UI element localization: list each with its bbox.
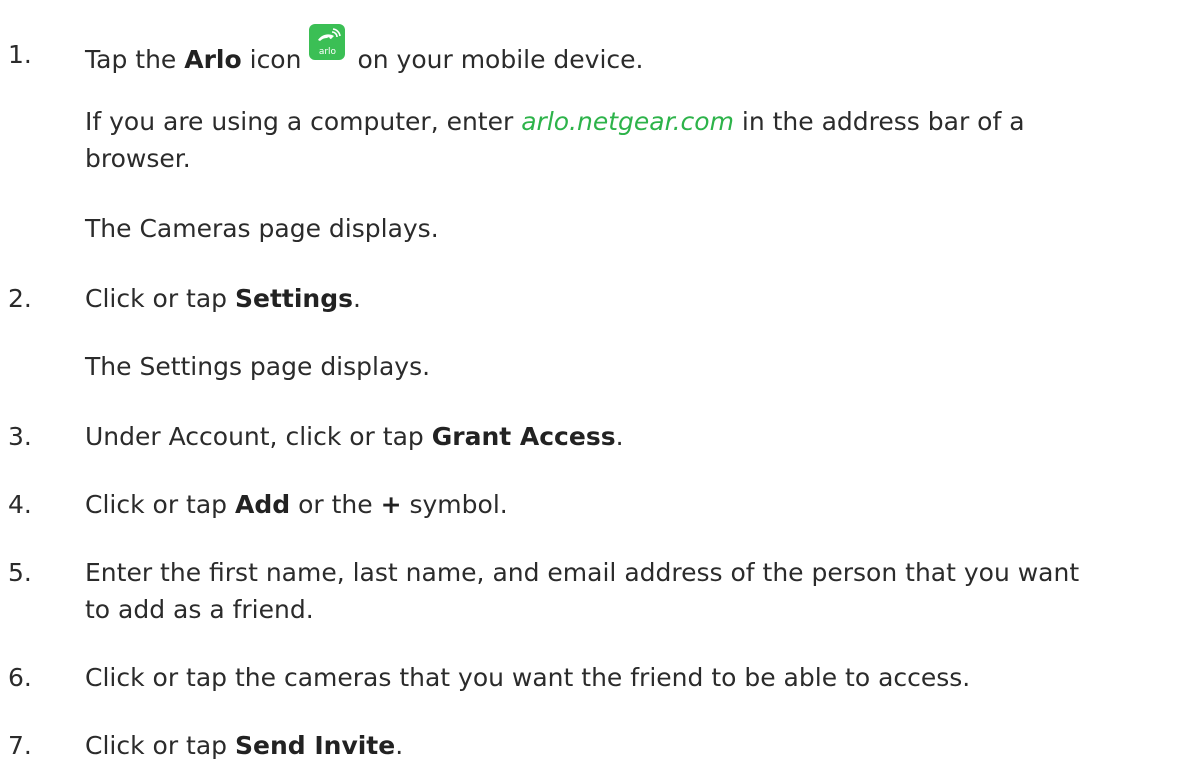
step-3-text: Under Account, click or tap Grant Access… — [85, 420, 624, 454]
step-1-note-1-line-2: browser. — [85, 142, 191, 176]
note-text: The Settings page displays. — [85, 352, 431, 381]
step-2-note: The Settings page displays. — [85, 350, 430, 384]
step-text: . — [615, 422, 624, 451]
step-1-note-1-line-1: If you are using a computer, enter arlo.… — [85, 105, 1025, 139]
step-4-text: Click or tap Add or the + symbol. — [85, 488, 508, 522]
note-text: in the address bar of a — [733, 107, 1025, 136]
step-1-app-name: Arlo — [184, 45, 242, 74]
step-1-number: 1. — [8, 40, 32, 69]
arlo-website-link[interactable]: arlo.netgear.com — [521, 107, 734, 136]
step-text: Click or tap — [85, 731, 235, 760]
step-1-seg-4: on your mobile device. — [357, 45, 644, 74]
step-7-number: 7. — [8, 731, 32, 760]
note-text: browser. — [85, 144, 191, 173]
step-4-number: 4. — [8, 490, 32, 519]
step-2-number: 2. — [8, 284, 32, 313]
note-text: If you are using a computer, enter — [85, 107, 522, 136]
step-text: symbol. — [401, 490, 508, 519]
step-6-text: Click or tap the cameras that you want t… — [85, 663, 971, 692]
step-text: Click or tap — [85, 490, 235, 519]
add-term: Add — [234, 490, 291, 519]
note-text: The Cameras page displays. — [85, 214, 439, 243]
step-1-text: Tap the Arlo icon arlo on your mobile dev… — [85, 24, 644, 74]
instruction-document: 1. Tap the Arlo icon arlo on your mobile … — [0, 0, 1199, 777]
step-5-line-2: to add as a friend. — [85, 595, 314, 624]
step-5-line-1: Enter the first name, last name, and ema… — [85, 558, 1080, 587]
step-1-note-2: The Cameras page displays. — [85, 212, 439, 246]
step-text: . — [353, 284, 361, 313]
settings-term: Settings — [234, 284, 353, 313]
step-text: or the — [290, 490, 381, 519]
step-1-seg-2: icon — [241, 45, 302, 74]
grant-access-term: Grant Access — [431, 422, 616, 451]
step-1-seg-0: Tap the — [85, 45, 185, 74]
step-2-text: Click or tap Settings. — [85, 282, 361, 316]
step-text: . — [395, 731, 404, 760]
step-3-number: 3. — [8, 422, 32, 451]
step-text: Click or tap — [85, 284, 235, 313]
arlo-icon-label: arlo — [318, 47, 337, 57]
plus-symbol: + — [380, 490, 402, 519]
send-invite-term: Send Invite — [234, 731, 396, 760]
arlo-app-icon: arlo — [309, 24, 346, 60]
step-7-text: Click or tap Send Invite. — [85, 729, 403, 763]
step-5-number: 5. — [8, 558, 32, 587]
step-6-number: 6. — [8, 663, 32, 692]
step-text: Under Account, click or tap — [85, 422, 432, 451]
